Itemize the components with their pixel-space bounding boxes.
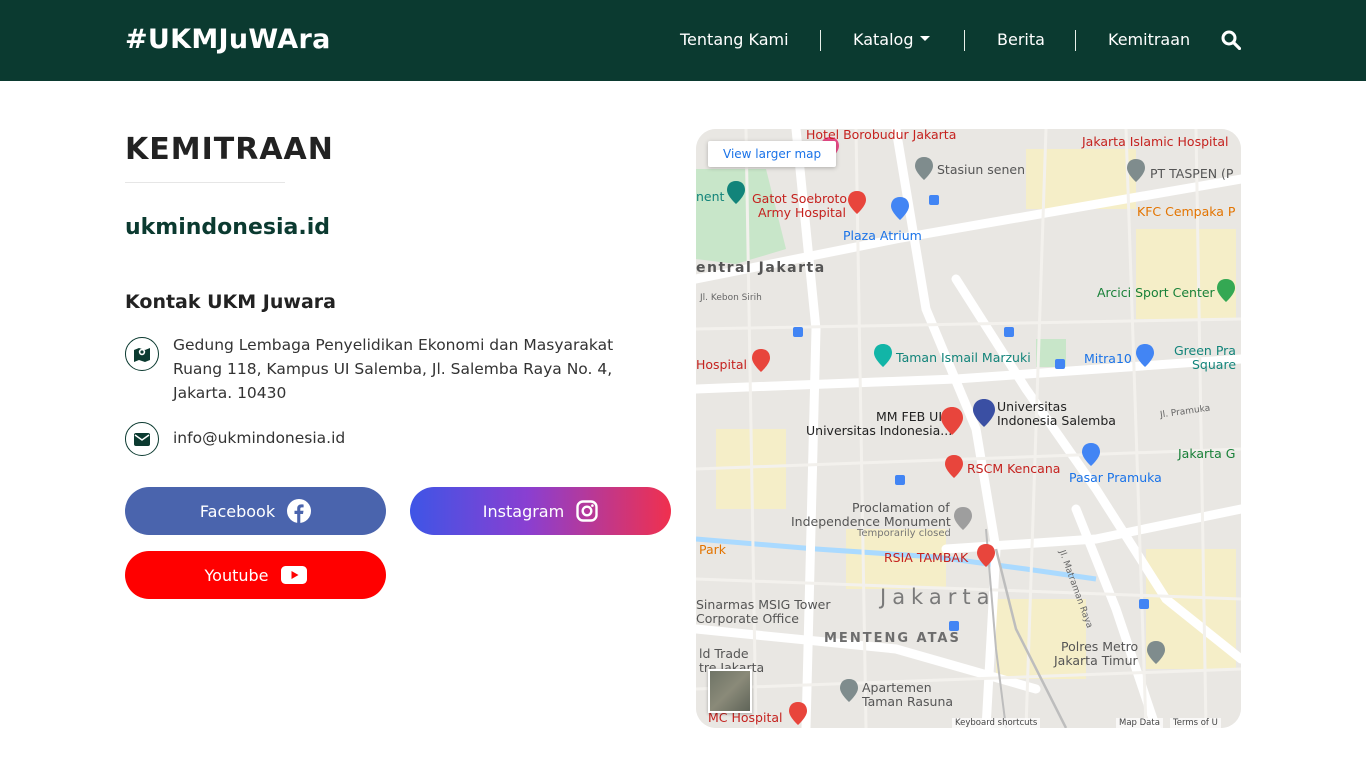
address-line: Gedung Lembaga Penyelidikan Ekonomi dan … [173,336,614,354]
map-label[interactable]: Hotel Borobudur Jakarta [806,129,956,142]
map-label[interactable]: Universitas [997,399,1067,414]
embedded-map[interactable]: View larger map Hotel Borobudur Jakarta … [696,129,1241,728]
map-label[interactable]: Polres Metro [1061,639,1138,654]
top-navbar: #UKMJuWAra Tentang Kami Katalog Berita K… [0,0,1366,81]
satellite-toggle[interactable] [708,669,752,713]
map-label[interactable]: Taman Rasuna [862,694,953,709]
nav-divider [820,30,821,51]
map-label[interactable]: Park [699,542,726,557]
instagram-label: Instagram [482,501,565,521]
address-line: Ruang 118, Kampus UI Salemba, Jl. Salemb… [173,360,613,378]
map-label[interactable]: nent [696,189,724,204]
map-label[interactable]: Army Hospital [758,205,846,220]
caret-down-icon [920,36,931,41]
search-icon[interactable] [1221,30,1241,50]
contact-address: Gedung Lembaga Penyelidikan Ekonomi dan … [173,333,673,405]
title-divider [125,182,285,183]
map-label: Temporarily closed [857,528,951,539]
map-label[interactable]: RSCM Kencana [967,461,1060,476]
contact-heading: Kontak UKM Juwara [125,291,336,313]
map-label[interactable]: Universitas Indonesia... [806,423,952,438]
map-label[interactable]: Mitra10 [1084,351,1132,366]
page-title: KEMITRAAN [125,132,334,167]
map-label[interactable]: Gatot Soebroto [752,191,847,206]
youtube-button[interactable]: Youtube [125,551,386,599]
map-label[interactable]: PT TASPEN (P [1150,166,1233,181]
contact-email[interactable]: info@ukmindonesia.id [173,429,345,447]
map-label[interactable]: Square [1192,357,1236,372]
nav-katalog-label: Katalog [853,30,914,49]
site-name: ukmindonesia.id [125,215,330,240]
map-label[interactable]: Hospital [696,357,747,372]
map-label[interactable]: Green Pra [1174,343,1236,358]
map-label[interactable]: RSIA TAMBAK [884,550,968,565]
map-data-link[interactable]: Map Data [1116,718,1163,728]
envelope-icon [125,422,159,456]
instagram-icon [576,500,598,522]
map-label[interactable]: Plaza Atrium [843,228,922,243]
nav-kemitraan[interactable]: Kemitraan [1108,30,1190,49]
map-label[interactable]: ld Trade [699,646,749,661]
nav-divider [964,30,965,51]
map-label[interactable]: Taman Ismail Marzuki [896,350,1031,365]
map-label[interactable]: Proclamation of [852,500,950,515]
map-label: entral Jakarta [696,260,826,276]
map-label[interactable]: Corporate Office [696,611,799,626]
map-label[interactable]: KFC Cempaka P [1137,204,1235,219]
map-label[interactable]: Jakarta Timur [1054,653,1138,668]
facebook-icon [287,499,312,523]
map-label[interactable]: Arcici Sport Center [1097,285,1215,300]
map-label[interactable]: Stasiun senen [937,162,1025,177]
map-label[interactable]: MM FEB UI [876,409,942,424]
map-label[interactable]: Apartemen [862,680,932,695]
map-label[interactable]: Jakarta Islamic Hospital [1082,134,1229,149]
keyboard-shortcuts-link[interactable]: Keyboard shortcuts [952,718,1041,728]
map-label[interactable]: Jakarta G [1178,446,1235,461]
map-label: Jakarta [880,585,996,609]
nav-katalog[interactable]: Katalog [853,30,931,49]
youtube-icon [280,566,307,584]
nav-divider [1075,30,1076,51]
map-label[interactable]: Sinarmas MSIG Tower [696,597,831,612]
facebook-button[interactable]: Facebook [125,487,386,535]
map-label: MENTENG ATAS [824,631,961,646]
nav-berita[interactable]: Berita [997,30,1045,49]
brand-logo[interactable]: #UKMJuWAra [125,24,331,55]
youtube-label: Youtube [204,565,269,585]
map-label[interactable]: Independence Monument [791,514,951,529]
terms-link[interactable]: Terms of U [1170,718,1221,728]
map-icon [125,337,159,371]
nav-tentang-kami[interactable]: Tentang Kami [680,30,789,49]
instagram-button[interactable]: Instagram [410,487,671,535]
map-label[interactable]: Pasar Pramuka [1069,470,1162,485]
address-line: Jakarta. 10430 [173,384,287,402]
view-larger-map-link[interactable]: View larger map [708,141,837,167]
facebook-label: Facebook [199,501,276,521]
map-label[interactable]: Indonesia Salemba [997,413,1116,428]
map-label: Jl. Kebon Sirih [700,293,762,303]
